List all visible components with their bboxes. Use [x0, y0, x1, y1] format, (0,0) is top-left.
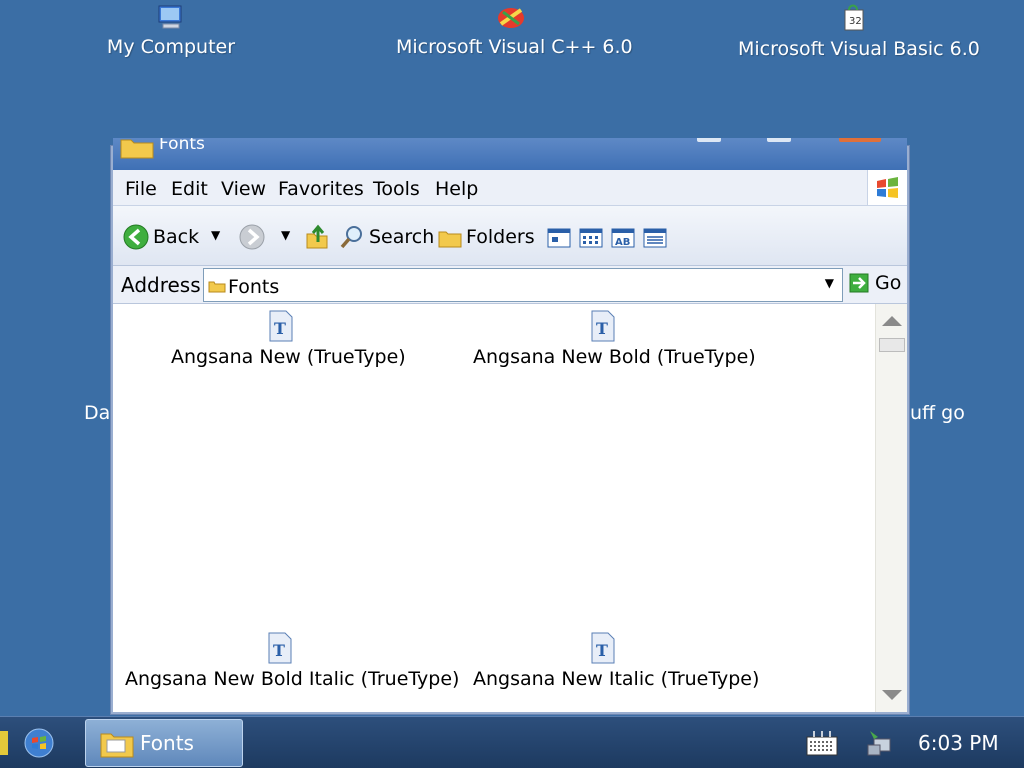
- menu-edit[interactable]: Edit: [171, 178, 208, 200]
- view-large-icons-button[interactable]: [547, 228, 571, 248]
- back-arrow-icon: [123, 224, 149, 250]
- folders-label: Folders: [466, 226, 535, 248]
- maximize-button[interactable]: [767, 138, 791, 142]
- scroll-thumb[interactable]: [879, 338, 905, 352]
- font-file-icon: T: [591, 310, 615, 342]
- view-list-button[interactable]: AB: [611, 228, 635, 248]
- font-file-item[interactable]: T Angsana New Bold (TrueType): [473, 310, 756, 368]
- font-file-icon: T: [268, 632, 292, 664]
- taskbar-fonts-button[interactable]: Fonts: [85, 719, 243, 767]
- desktop-icon-label: My Computer: [106, 36, 236, 58]
- forward-dropdown-icon[interactable]: ▼: [281, 228, 290, 242]
- minimize-button[interactable]: [697, 138, 721, 142]
- forward-button[interactable]: [239, 224, 265, 250]
- font-file-item[interactable]: T Angsana New Bold Italic (TrueType): [125, 632, 459, 690]
- toolbar: Back ▼ ▼ Search Folders AB: [113, 206, 907, 266]
- taskbar-button-label: Fonts: [140, 731, 194, 755]
- svg-text:T: T: [596, 319, 608, 338]
- large-icons-view-icon: [547, 228, 571, 248]
- font-file-label: Angsana New Italic (TrueType): [473, 668, 760, 690]
- font-file-icon: T: [591, 632, 615, 664]
- up-folder-icon: [306, 224, 328, 249]
- forward-arrow-icon: [239, 224, 265, 250]
- window-title: Fonts: [159, 138, 205, 154]
- svg-text:T: T: [596, 641, 608, 660]
- desktop-icon-label: Microsoft Visual C++ 6.0: [396, 36, 633, 58]
- desktop-partial-label-right[interactable]: uff go: [910, 402, 965, 424]
- taskbar: Fonts 6:03 PM: [0, 716, 1024, 768]
- font-file-label: Angsana New Bold Italic (TrueType): [125, 668, 460, 690]
- address-dropdown-icon[interactable]: ▼: [825, 276, 834, 290]
- folder-icon: [120, 139, 154, 159]
- file-list: T Angsana New (TrueType) T Angsana New B…: [113, 304, 875, 712]
- scroll-down-icon[interactable]: [879, 684, 905, 706]
- back-label: Back: [153, 226, 200, 248]
- menu-file[interactable]: File: [125, 178, 157, 200]
- network-icon[interactable]: [864, 727, 896, 759]
- search-button[interactable]: Search: [339, 224, 434, 250]
- desktop-icon-my-computer[interactable]: My Computer: [104, 4, 238, 58]
- visual-basic-icon: 32: [844, 4, 864, 31]
- menu-tools[interactable]: Tools: [373, 178, 420, 200]
- svg-text:32: 32: [849, 16, 862, 27]
- small-icons-view-icon: [579, 228, 603, 248]
- menu-favorites[interactable]: Favorites: [278, 178, 364, 200]
- address-value: Fonts: [228, 276, 280, 298]
- desktop-icon-visual-basic[interactable]: 32 Microsoft Visual Basic 6.0: [738, 2, 980, 60]
- address-label: Address: [121, 273, 201, 297]
- windows-flag-icon: [877, 177, 898, 198]
- svg-text:T: T: [273, 641, 285, 660]
- start-button-icon[interactable]: [24, 728, 54, 758]
- list-view-icon: AB: [611, 228, 635, 248]
- font-file-label: Angsana New Bold (TrueType): [473, 346, 756, 368]
- address-bar: Address Fonts ▼ Go: [113, 266, 907, 304]
- desktop-icon-visual-cpp[interactable]: Microsoft Visual C++ 6.0: [396, 4, 633, 58]
- svg-text:AB: AB: [615, 237, 630, 248]
- search-icon: [340, 226, 362, 249]
- window-titlebar[interactable]: Fonts: [113, 138, 907, 170]
- font-file-item[interactable]: T Angsana New Italic (TrueType): [473, 632, 759, 690]
- details-view-icon: [643, 228, 667, 248]
- computer-icon: [158, 5, 182, 29]
- windows-logo: [867, 170, 907, 205]
- svg-text:T: T: [274, 319, 286, 338]
- explorer-window: Fonts File Edit View Favorites Tools Hel…: [111, 138, 909, 714]
- vertical-scrollbar[interactable]: [875, 304, 907, 712]
- menu-view[interactable]: View: [221, 178, 266, 200]
- up-folder-button[interactable]: [305, 222, 329, 250]
- view-details-button[interactable]: [643, 228, 667, 248]
- back-dropdown-icon[interactable]: ▼: [211, 228, 220, 242]
- keyboard-icon[interactable]: [806, 729, 838, 757]
- desktop-icon-label: Microsoft Visual Basic 6.0: [738, 38, 980, 60]
- menu-help[interactable]: Help: [435, 178, 478, 200]
- go-button[interactable]: Go: [849, 272, 901, 294]
- font-file-label: Angsana New (TrueType): [171, 346, 406, 368]
- folder-icon: [208, 281, 226, 293]
- quick-launch-edge[interactable]: [0, 731, 8, 755]
- scroll-up-icon[interactable]: [879, 310, 905, 332]
- close-button[interactable]: [839, 138, 881, 142]
- go-label: Go: [875, 272, 902, 294]
- folder-icon: [100, 733, 134, 758]
- folders-button[interactable]: Folders: [437, 224, 535, 250]
- view-small-icons-button[interactable]: [579, 228, 603, 248]
- go-arrow-icon: [849, 273, 869, 293]
- address-input[interactable]: Fonts ▼: [203, 268, 843, 302]
- font-file-item[interactable]: T Angsana New (TrueType): [171, 310, 406, 368]
- search-label: Search: [369, 226, 435, 248]
- clock[interactable]: 6:03 PM: [918, 731, 999, 755]
- visual-cpp-icon: [498, 8, 524, 28]
- menu-bar: File Edit View Favorites Tools Help: [113, 170, 907, 206]
- font-file-icon: T: [269, 310, 293, 342]
- back-button[interactable]: Back: [123, 224, 199, 250]
- folders-icon: [438, 231, 462, 248]
